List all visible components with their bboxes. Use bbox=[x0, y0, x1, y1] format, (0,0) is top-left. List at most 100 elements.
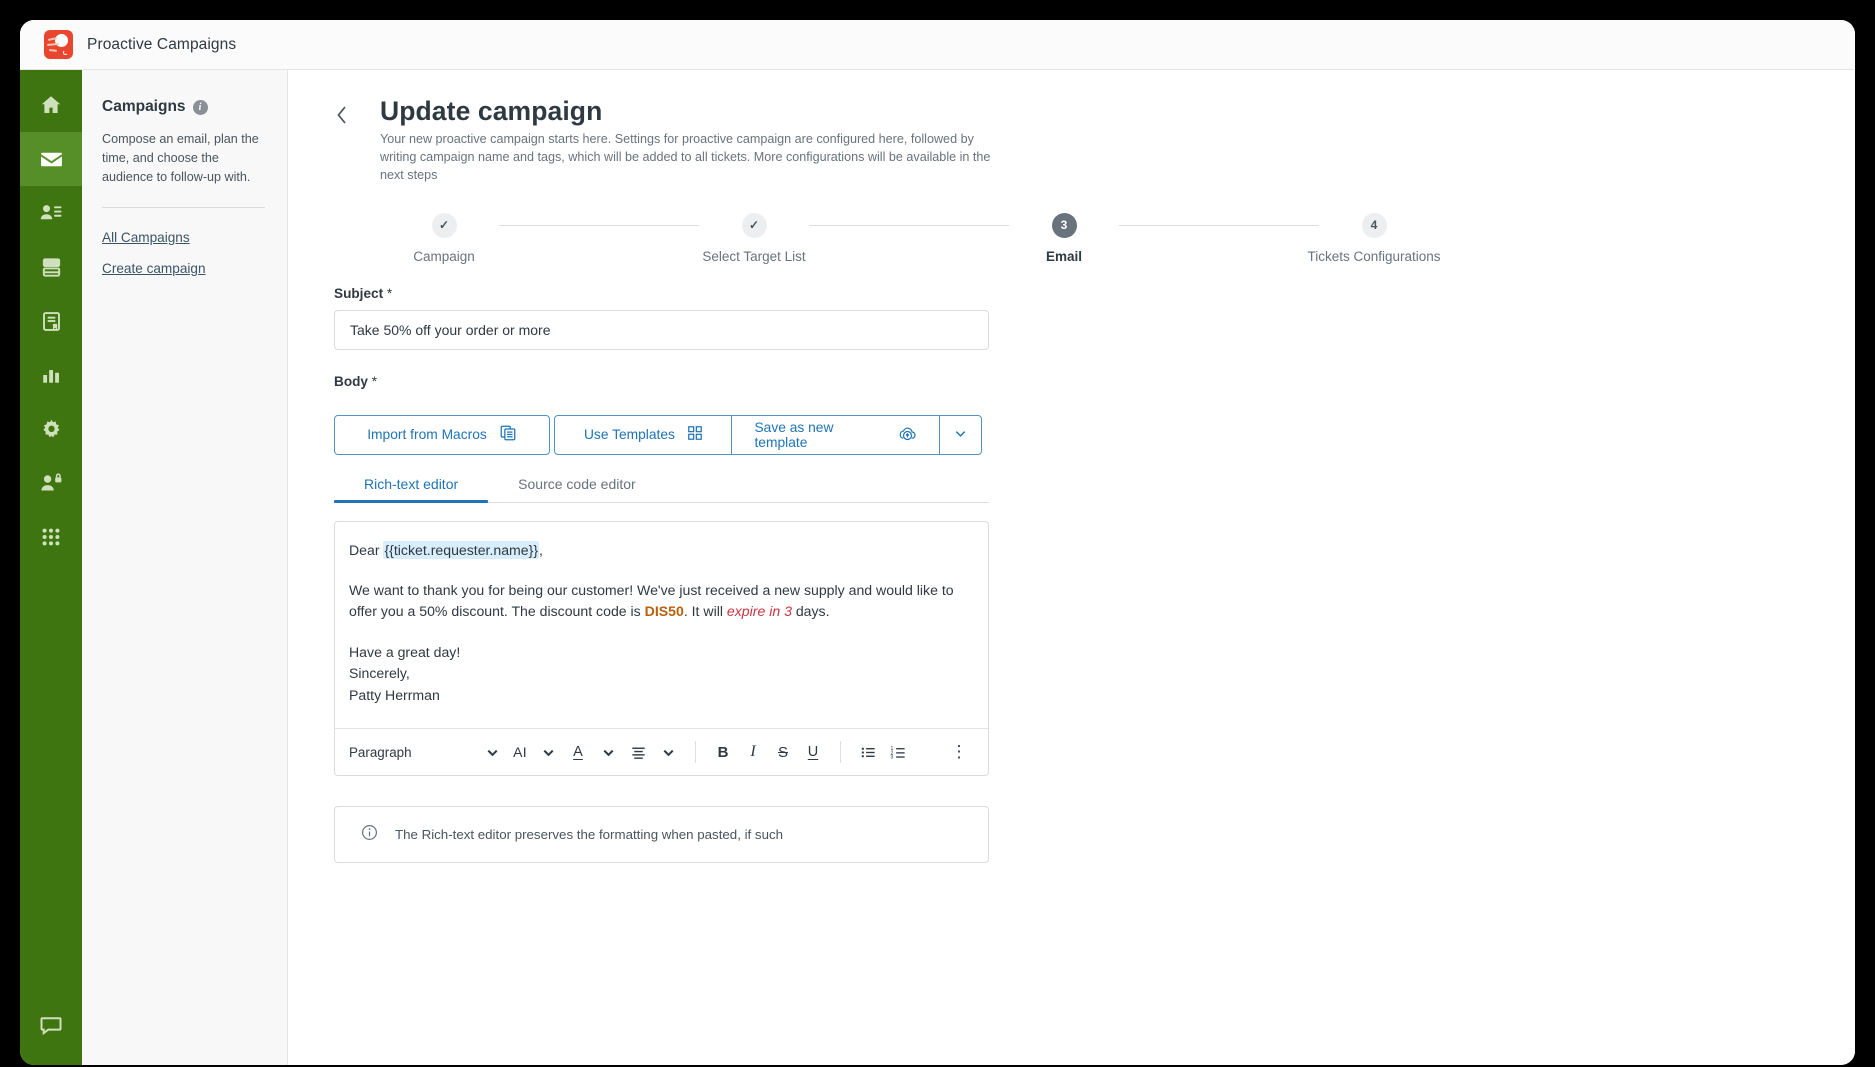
paragraph-1-part-c: days. bbox=[791, 603, 830, 620]
step-label: Campaign bbox=[413, 248, 475, 264]
secondary-sidebar: Campaigns i Compose an email, plan the t… bbox=[82, 70, 288, 1065]
ordered-list-icon[interactable]: 1 2 3 bbox=[883, 737, 913, 767]
ai-button[interactable]: AI bbox=[507, 737, 533, 767]
user-lock-icon bbox=[39, 471, 63, 495]
save-as-new-template-button[interactable]: Save as new template bbox=[732, 414, 941, 455]
step-marker: ✓ bbox=[431, 212, 457, 238]
step-select-target-list[interactable]: ✓ Select Target List bbox=[699, 212, 809, 264]
step-label: Select Target List bbox=[702, 248, 806, 264]
home-icon bbox=[39, 93, 63, 117]
info-icon[interactable]: i bbox=[192, 99, 208, 115]
database-icon bbox=[40, 256, 63, 279]
italic-button[interactable]: I bbox=[738, 737, 768, 767]
block-format-chevron-down-icon[interactable] bbox=[477, 737, 507, 767]
greeting-prefix: Dear bbox=[349, 541, 384, 558]
sidebar-description: Compose an email, plan the time, and cho… bbox=[102, 132, 259, 184]
step-connector bbox=[1119, 225, 1319, 227]
bullet-list-icon[interactable] bbox=[853, 737, 883, 767]
font-color-chevron-down-icon[interactable] bbox=[593, 737, 623, 767]
sidebar-item-knowledge[interactable] bbox=[20, 294, 82, 348]
editor-paragraph-1: We want to thank you for being our custo… bbox=[349, 580, 974, 623]
toolbar-divider-2 bbox=[840, 741, 841, 764]
sidebar-link-all-campaigns[interactable]: All Campaigns bbox=[102, 230, 265, 245]
book-icon bbox=[40, 310, 63, 333]
grid-apps-icon bbox=[40, 526, 62, 548]
underline-button[interactable]: U bbox=[798, 737, 828, 767]
editor-greeting: Dear {{ticket.requester.name}}, bbox=[349, 540, 974, 561]
paragraph-1-part-b: . It will bbox=[683, 603, 727, 620]
bold-button[interactable]: B bbox=[708, 737, 738, 767]
sidebar-heading: Campaigns i bbox=[102, 98, 265, 116]
chevron-down-icon bbox=[953, 426, 968, 444]
desktop-background: Proactive Campaigns Campaigns i Compose … bbox=[0, 0, 1875, 1067]
main-content: Update campaign Your new proactive campa… bbox=[288, 70, 1855, 1065]
template-options-dropdown-button[interactable] bbox=[940, 414, 983, 455]
campaign-email-form: Subject * Body * Import from Macros bbox=[334, 286, 1855, 864]
subject-required-marker: * bbox=[386, 285, 393, 301]
subject-label: Subject * bbox=[334, 286, 1855, 301]
font-color-button[interactable]: A bbox=[563, 737, 593, 767]
overflow-menu-button[interactable]: ⋮ bbox=[944, 737, 974, 767]
editor-toolbar: Paragraph AI A B I S U 1 2 3 ⋮ bbox=[335, 728, 988, 775]
sidebar-item-reports[interactable] bbox=[20, 348, 82, 402]
greeting-suffix: , bbox=[539, 541, 543, 558]
step-tickets-configurations[interactable]: 4 Tickets Configurations bbox=[1307, 212, 1441, 264]
placeholder-token[interactable]: {{ticket.requester.name}} bbox=[383, 540, 540, 559]
step-email[interactable]: 3 Email bbox=[1009, 212, 1119, 264]
editor-signoff-line-1: Have a great day! bbox=[349, 643, 461, 660]
cloud-upload-icon bbox=[898, 424, 917, 446]
step-campaign[interactable]: ✓ Campaign bbox=[389, 212, 499, 264]
tab-source-code-editor[interactable]: Source code editor bbox=[488, 476, 666, 502]
body-label: Body * bbox=[334, 374, 1855, 389]
sidebar-item-campaigns[interactable] bbox=[20, 132, 82, 186]
bar-chart-icon bbox=[40, 364, 62, 386]
proactive-campaigns-logo bbox=[44, 30, 73, 59]
tab-rich-text-editor[interactable]: Rich-text editor bbox=[334, 476, 489, 503]
strikethrough-button[interactable]: S bbox=[768, 737, 798, 767]
sidebar-item-data[interactable] bbox=[20, 240, 82, 294]
info-icon bbox=[361, 824, 378, 846]
step-connector bbox=[809, 225, 1009, 227]
sidebar-link-create-campaign[interactable]: Create campaign bbox=[102, 261, 265, 276]
use-templates-button[interactable]: Use Templates bbox=[554, 414, 733, 455]
sidebar-divider bbox=[102, 206, 265, 208]
step-marker: ✓ bbox=[741, 212, 767, 238]
text-align-chevron-down-icon[interactable] bbox=[653, 737, 683, 767]
sidebar-item-home[interactable] bbox=[20, 78, 82, 132]
save-as-new-template-label: Save as new template bbox=[754, 419, 834, 450]
user-list-icon bbox=[39, 201, 63, 225]
import-from-macros-button[interactable]: Import from Macros bbox=[334, 414, 550, 455]
step-label: Tickets Configurations bbox=[1307, 248, 1441, 264]
body-required-marker: * bbox=[371, 373, 378, 389]
editor-signoff-line-2: Sincerely, bbox=[349, 665, 410, 682]
stepper: ✓ Campaign ✓ Select Target List 3 Email bbox=[389, 212, 1441, 264]
subject-input[interactable] bbox=[334, 309, 989, 350]
discount-code-token: DIS50 bbox=[644, 603, 684, 620]
editor-signoff-line-3: Patty Herrman bbox=[349, 686, 440, 703]
svg-text:3: 3 bbox=[890, 754, 893, 760]
editor-note: The Rich-text editor preserves the forma… bbox=[334, 806, 989, 864]
primary-nav-rail bbox=[20, 70, 82, 1065]
sidebar-item-apps[interactable] bbox=[20, 510, 82, 564]
editor-note-text: The Rich-text editor preserves the forma… bbox=[395, 827, 784, 843]
import-from-macros-label: Import from Macros bbox=[367, 427, 487, 443]
gear-icon bbox=[40, 418, 63, 441]
step-connector bbox=[499, 225, 699, 227]
block-format-select[interactable]: Paragraph bbox=[349, 745, 477, 760]
back-button[interactable] bbox=[334, 104, 350, 131]
ai-chevron-down-icon[interactable] bbox=[533, 737, 563, 767]
title-bar: Proactive Campaigns bbox=[20, 20, 1855, 70]
toolbar-divider bbox=[695, 741, 696, 764]
sidebar-item-customer-lists[interactable] bbox=[20, 186, 82, 240]
sidebar-item-settings[interactable] bbox=[20, 402, 82, 456]
page-title: Update campaign bbox=[380, 96, 603, 126]
sidebar-item-admin[interactable] bbox=[20, 456, 82, 510]
macros-copy-icon bbox=[499, 424, 517, 445]
page-description: Your new proactive campaign starts here.… bbox=[380, 132, 991, 182]
sidebar-item-support-chat[interactable] bbox=[20, 1011, 82, 1065]
text-align-icon[interactable] bbox=[623, 737, 653, 767]
editor-content-area[interactable]: Dear {{ticket.requester.name}}, We want … bbox=[335, 522, 988, 729]
subject-label-text: Subject bbox=[334, 285, 384, 301]
app-window: Proactive Campaigns Campaigns i Compose … bbox=[20, 20, 1855, 1065]
step-label: Email bbox=[1045, 248, 1083, 264]
